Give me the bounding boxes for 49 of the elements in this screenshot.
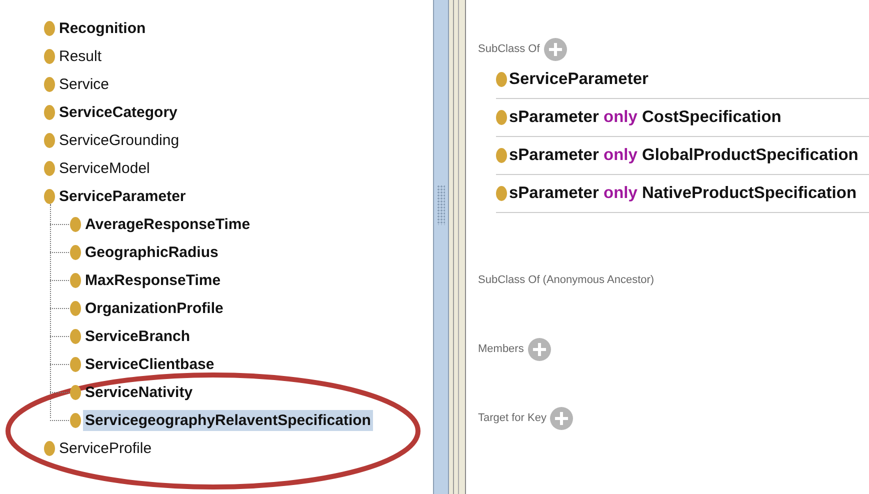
class-icon: [44, 132, 55, 148]
tree-item[interactable]: ServiceModel: [57, 158, 152, 178]
tree-item[interactable]: GeographicRadius: [83, 242, 220, 262]
tree-item[interactable]: Recognition: [57, 18, 148, 38]
section-label: Target for Key: [478, 411, 546, 426]
class-icon: [496, 148, 507, 163]
section-label: SubClass Of (Anonymous Ancestor): [478, 273, 654, 288]
tree-item[interactable]: ServiceBranch: [83, 326, 192, 346]
class-expression: sParameter only GlobalProductSpecification: [509, 145, 858, 166]
class-icon: [496, 186, 507, 201]
tree-item[interactable]: AverageResponseTime: [83, 214, 252, 234]
class-icon: [44, 188, 55, 204]
splitter-grip[interactable]: [437, 185, 445, 225]
class-icon: [70, 328, 81, 344]
tree-item[interactable]: ServiceProfile: [57, 438, 154, 458]
class-expression: ServiceParameter: [509, 69, 648, 90]
tree-item[interactable]: ServiceParameter: [57, 186, 188, 206]
tree-item[interactable]: ServiceNativity: [83, 382, 195, 402]
class-icon: [70, 412, 81, 428]
class-icon: [70, 356, 81, 372]
class-icon: [70, 244, 81, 260]
class-icon: [70, 384, 81, 400]
class-icon: [496, 72, 507, 87]
class-icon: [44, 20, 55, 36]
add-icon[interactable]: [544, 38, 567, 61]
class-icon: [44, 160, 55, 176]
class-icon: [70, 216, 81, 232]
add-icon[interactable]: [550, 407, 574, 430]
splitter-bar[interactable]: [433, 0, 449, 494]
section-label: SubClass Of: [478, 42, 540, 58]
tree-item[interactable]: ServiceCategory: [57, 102, 180, 122]
class-icon: [70, 272, 81, 288]
tree-item[interactable]: ServiceClientbase: [83, 354, 216, 374]
class-expression: sParameter only NativeProductSpecification: [509, 183, 857, 204]
class-expression: sParameter only CostSpecification: [509, 107, 782, 128]
class-icon: [44, 104, 55, 120]
class-icon: [44, 76, 55, 92]
tree-item[interactable]: Result: [57, 46, 104, 66]
add-icon[interactable]: [528, 338, 551, 361]
tree-item[interactable]: ServicegeographyRelaventSpecification: [83, 410, 373, 430]
tree-item[interactable]: Service: [57, 74, 112, 94]
tree-item[interactable]: MaxResponseTime: [83, 270, 223, 290]
class-icon: [44, 48, 55, 64]
tree-item[interactable]: OrganizationProfile: [83, 298, 226, 318]
class-icon: [496, 110, 507, 125]
class-icon: [44, 440, 55, 456]
class-icon: [70, 300, 81, 316]
tree-item[interactable]: ServiceGrounding: [57, 130, 182, 150]
section-label: Members: [478, 342, 524, 358]
